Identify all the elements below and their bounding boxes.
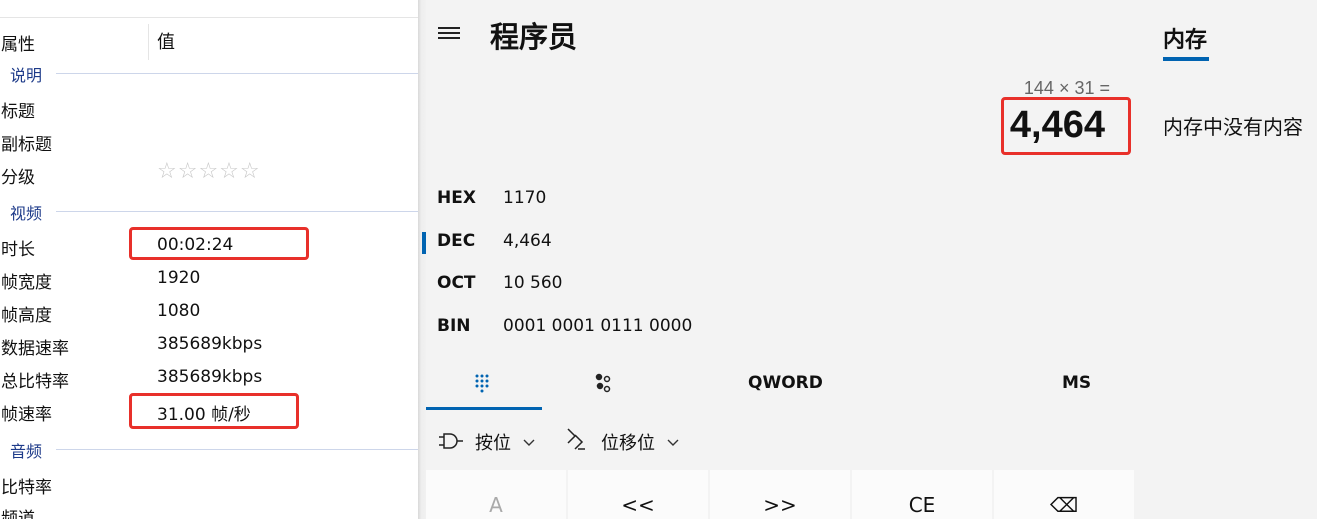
- group-divider: [56, 73, 418, 74]
- properties-header: 属性 值: [0, 18, 418, 60]
- panel-divider: [418, 0, 426, 519]
- radix-value: 0001 0001 0111 0000: [503, 316, 693, 336]
- bitshift-icon: [567, 428, 585, 450]
- logic-gate-icon: [439, 433, 463, 449]
- property-value[interactable]: 1920: [157, 268, 200, 288]
- rating-stars[interactable]: ☆☆☆☆☆: [157, 159, 261, 184]
- property-row-subtitle[interactable]: 副标题: [0, 126, 418, 156]
- group-label: 说明: [10, 62, 49, 86]
- radix-name: OCT: [437, 273, 476, 293]
- radix-name: DEC: [437, 231, 476, 251]
- property-name: 标题: [1, 102, 35, 122]
- property-value[interactable]: 385689kbps: [157, 334, 262, 354]
- property-value[interactable]: 1080: [157, 301, 200, 321]
- property-row-data-rate[interactable]: 数据速率 385689kbps: [0, 330, 418, 360]
- property-name: 时长: [1, 240, 35, 260]
- property-row-audio-bitrate[interactable]: 比特率: [0, 469, 418, 499]
- group-audio: 音频: [0, 438, 418, 462]
- memory-store-label: MS: [1062, 373, 1092, 393]
- keypad-grid-icon: [475, 374, 489, 393]
- keypad-tabs: QWORD MS: [426, 360, 1134, 410]
- active-tab-underline: [426, 407, 542, 410]
- key-label: CE: [908, 493, 936, 517]
- expression-display: 144 × 31 =: [1023, 78, 1110, 98]
- memory-tab-underline: [1163, 57, 1209, 61]
- property-name: 分级: [1, 168, 35, 188]
- radix-row-dec[interactable]: DEC 4,464: [422, 221, 1134, 261]
- backspace-icon: ⌫: [1049, 493, 1079, 517]
- property-value[interactable]: 385689kbps: [157, 367, 262, 387]
- group-divider: [56, 211, 418, 212]
- property-row-rating[interactable]: 分级 ☆☆☆☆☆: [0, 159, 418, 189]
- key-label: <<: [621, 493, 655, 517]
- property-row-duration[interactable]: 时长 00:02:24: [0, 231, 418, 261]
- property-name: 帧速率: [1, 405, 52, 425]
- group-video: 视频: [0, 200, 418, 224]
- key-label: >>: [763, 493, 797, 517]
- group-description: 说明: [0, 62, 418, 86]
- radix-value: 1170: [503, 188, 547, 208]
- value-column-header[interactable]: 值: [157, 28, 175, 54]
- chevron-down-icon: [667, 439, 679, 446]
- bitwise-label: 按位: [475, 433, 511, 454]
- property-name: 总比特率: [1, 372, 69, 392]
- hamburger-menu-icon[interactable]: [436, 20, 462, 46]
- property-name: 数据速率: [1, 339, 69, 359]
- property-row-channels[interactable]: 频道: [0, 500, 418, 519]
- key-shift-right[interactable]: >>: [710, 470, 850, 519]
- bitwise-dropdown[interactable]: 按位: [438, 425, 553, 457]
- active-radix-indicator: [422, 232, 426, 254]
- property-value[interactable]: 31.00 帧/秒: [157, 400, 251, 425]
- radix-value: 4,464: [503, 231, 552, 251]
- mode-title: 程序员: [490, 20, 578, 54]
- key-backspace[interactable]: ⌫: [994, 470, 1134, 519]
- word-size-label: QWORD: [748, 373, 823, 393]
- result-display: 4,464: [1009, 104, 1105, 146]
- key-label: A: [489, 493, 503, 517]
- tab-full-keypad[interactable]: [426, 360, 542, 410]
- property-row-frame-rate[interactable]: 帧速率 31.00 帧/秒: [0, 396, 418, 426]
- key-clear-entry[interactable]: CE: [852, 470, 992, 519]
- word-size-button[interactable]: QWORD: [726, 360, 846, 410]
- properties-panel: 属性 值 说明 标题 副标题 分级 ☆☆☆☆☆ 视频 时长 00:02:24 帧…: [0, 0, 418, 519]
- memory-tab[interactable]: 内存: [1163, 22, 1207, 54]
- memory-store-button[interactable]: MS: [1036, 360, 1116, 410]
- property-name: 比特率: [1, 478, 52, 498]
- chevron-down-icon: [523, 439, 535, 446]
- radix-name: HEX: [437, 188, 476, 208]
- calculator-window: 程序员 144 × 31 = 4,464 HEX 1170 DEC 4,464 …: [422, 0, 1317, 519]
- property-row-title[interactable]: 标题: [0, 93, 418, 123]
- radix-name: BIN: [437, 316, 471, 336]
- radix-value: 10 560: [503, 273, 563, 293]
- tab-bit-toggling[interactable]: [576, 360, 676, 410]
- property-row-total-bitrate[interactable]: 总比特率 385689kbps: [0, 363, 418, 393]
- group-label: 音频: [10, 438, 49, 462]
- property-value[interactable]: 00:02:24: [157, 235, 233, 255]
- radix-row-bin[interactable]: BIN 0001 0001 0111 0000: [426, 306, 1134, 346]
- bitshift-label: 位移位: [601, 433, 655, 454]
- group-label: 视频: [10, 200, 49, 224]
- key-hex-a[interactable]: A: [426, 470, 566, 519]
- column-separator[interactable]: [148, 24, 149, 60]
- bitshift-dropdown[interactable]: 位移位: [566, 425, 686, 457]
- property-name: 频道: [1, 509, 35, 519]
- bit-toggle-icon: [595, 373, 611, 393]
- property-name: 帧宽度: [1, 273, 52, 293]
- property-row-frame-height[interactable]: 帧高度 1080: [0, 297, 418, 327]
- property-row-frame-width[interactable]: 帧宽度 1920: [0, 264, 418, 294]
- property-name: 帧高度: [1, 306, 52, 326]
- property-column-header[interactable]: 属性: [1, 30, 35, 55]
- property-name: 副标题: [1, 135, 52, 155]
- radix-row-hex[interactable]: HEX 1170: [426, 178, 1134, 218]
- memory-empty-message: 内存中没有内容: [1163, 115, 1303, 139]
- group-divider: [56, 449, 418, 450]
- radix-row-oct[interactable]: OCT 10 560: [426, 263, 1134, 303]
- key-shift-left[interactable]: <<: [568, 470, 708, 519]
- top-edge: [0, 0, 418, 18]
